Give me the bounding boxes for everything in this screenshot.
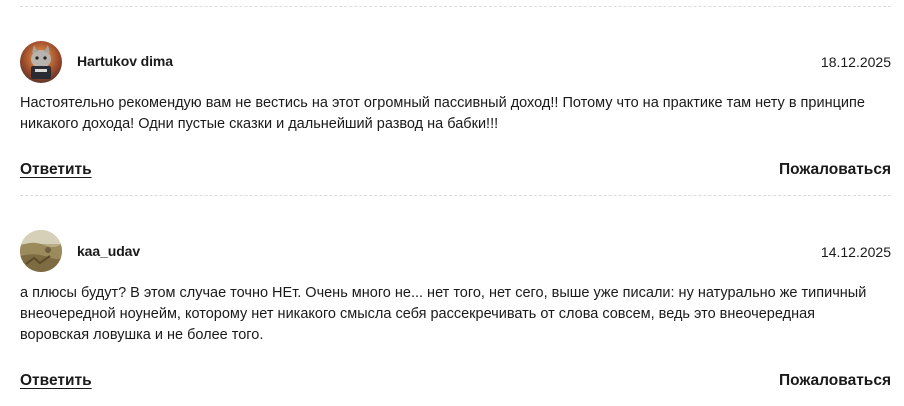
report-button[interactable]: Пожаловаться [779,161,891,179]
avatar-cat-image [20,41,62,83]
comment-date: 18.12.2025 [820,54,891,70]
avatar-landscape-image [20,230,62,272]
comment-date: 14.12.2025 [820,244,891,260]
avatar[interactable] [20,230,62,272]
comment-author: Hartukov dima [77,53,173,69]
comment-item: Hartukov dima 18.12.2025 Настоятельно ре… [20,0,891,195]
avatar[interactable] [20,41,62,83]
comment-text: а плюсы будут? В этом случае точно НЕт. … [20,285,867,343]
reply-button[interactable]: Ответить [20,161,92,179]
comment-text: Настоятельно рекомендую вам не вестись н… [20,95,865,132]
comment-author: kaa_udav [77,243,141,259]
report-button[interactable]: Пожаловаться [779,372,891,390]
reply-button[interactable]: Ответить [20,372,92,390]
comment-item: kaa_udav 14.12.2025 а плюсы будут? В это… [20,196,891,406]
